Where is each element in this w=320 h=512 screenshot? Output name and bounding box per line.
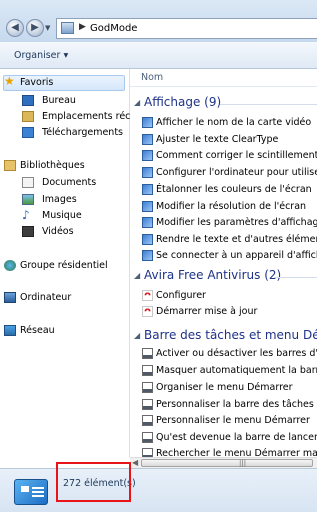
address-bar-area: ◀ ▶ ▼ ▶ GodMode [0, 0, 317, 42]
nav-label: Réseau [20, 325, 55, 336]
display-settings-icon [142, 217, 153, 228]
taskbar-icon [142, 348, 153, 359]
nav-label: Favoris [20, 77, 54, 88]
horizontal-scrollbar[interactable]: ◀ ||| [130, 457, 317, 468]
star-icon: ★ [4, 74, 15, 88]
recent-pages-dropdown[interactable]: ▼ [45, 24, 50, 32]
organize-button[interactable]: Organiser ▾ [14, 50, 68, 61]
nav-label: Images [42, 194, 77, 205]
breadcrumb-separator[interactable]: ▶ [79, 22, 86, 32]
display-settings-icon [142, 250, 153, 261]
group-divider [274, 277, 317, 278]
nav-label: Documents [42, 177, 97, 188]
nav-label: Groupe résidentiel [20, 260, 108, 271]
taskbar-icon [142, 382, 153, 393]
display-settings-icon [142, 150, 153, 161]
nav-label: Ordinateur [20, 292, 72, 303]
address-field[interactable]: ▶ GodMode [56, 18, 317, 39]
documents-icon [22, 177, 34, 188]
group-title: Avira Free Antivirus (2) [144, 268, 282, 282]
videos-icon [22, 226, 34, 237]
display-settings-icon [142, 201, 153, 212]
back-button[interactable]: ◀ [6, 19, 24, 37]
scrollbar-grip-icon: ||| [239, 459, 247, 467]
group-title: Affichage (9) [144, 95, 222, 109]
recent-places-icon [22, 111, 34, 122]
forward-button[interactable]: ▶ [26, 19, 44, 37]
nav-label: Téléchargements [42, 127, 123, 138]
music-note-icon: ♪ [22, 208, 30, 222]
control-panel-icon [61, 22, 74, 34]
network-icon [4, 325, 16, 336]
nav-label: Bibliothèques [20, 160, 85, 171]
scrollbar-thumb[interactable]: ||| [141, 459, 313, 467]
group-divider [220, 104, 317, 105]
control-panel-large-icon [14, 479, 48, 505]
collapse-chevron-icon[interactable]: ◢ [134, 271, 140, 280]
taskbar-icon [142, 432, 153, 443]
collapse-chevron-icon[interactable]: ◢ [134, 331, 140, 340]
display-settings-icon [142, 184, 153, 195]
group-header-display[interactable]: ◢ Affichage (9) [134, 94, 317, 112]
command-bar: Organiser ▾ [0, 42, 317, 69]
downloads-icon [22, 127, 34, 138]
avira-umbrella-icon: ᴖ [142, 290, 153, 301]
display-settings-icon [142, 234, 153, 245]
avira-umbrella-icon: ᴖ [142, 306, 153, 317]
collapse-chevron-icon[interactable]: ◢ [134, 98, 140, 107]
pictures-icon [22, 194, 34, 205]
libraries-icon [4, 160, 16, 171]
desktop-icon [22, 95, 34, 106]
navigation-pane: ★ Favoris Bureau Emplacements récents Té… [0, 69, 151, 457]
breadcrumb-godmode[interactable]: GodMode [90, 23, 137, 34]
details-pane: 272 élément(s) [0, 468, 317, 512]
nav-label: Vidéos [42, 226, 74, 237]
group-header-taskbar[interactable]: ◢ Barre des tâches et menu Démarrer [134, 327, 317, 345]
taskbar-icon [142, 448, 153, 457]
taskbar-icon [142, 415, 153, 426]
nav-label: Bureau [42, 95, 76, 106]
taskbar-icon [142, 365, 153, 376]
taskbar-icon [142, 399, 153, 410]
group-header-avira[interactable]: ◢ Avira Free Antivirus (2) [134, 267, 317, 285]
highlight-annotation-box [56, 462, 131, 502]
column-header-name[interactable]: Nom [141, 72, 163, 83]
scroll-left-arrow-icon[interactable]: ◀ [132, 458, 138, 468]
computer-icon [4, 292, 16, 303]
display-settings-icon [142, 117, 153, 128]
display-settings-icon [142, 134, 153, 145]
display-settings-icon [142, 167, 153, 178]
column-header[interactable]: Nom [130, 69, 317, 87]
group-title: Barre des tâches et menu Démarrer [144, 328, 317, 342]
content-pane: Nom ◢ Affichage (9) Afficher le nom de l… [130, 69, 317, 457]
nav-label: Musique [42, 210, 82, 221]
homegroup-icon [4, 260, 16, 271]
